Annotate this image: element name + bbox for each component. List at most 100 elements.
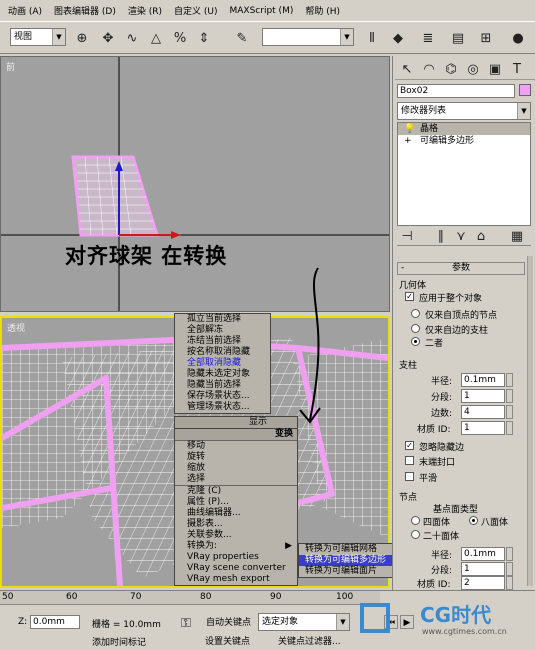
joint-segments-spinner[interactable] [506, 562, 513, 576]
menu-item-hide-selection[interactable]: 隐藏当前选择 [175, 380, 270, 391]
stack-item-lattice[interactable]: 💡 晶格 [398, 123, 530, 135]
menu-item-unhide-all[interactable]: 全部取消隐藏 [175, 358, 270, 369]
menu-help[interactable]: 帮助 (H) [299, 4, 346, 17]
modify-tab-icon[interactable]: ◠ [419, 59, 439, 79]
submenu-editable-patch[interactable]: 转换为可编辑面片 [299, 566, 405, 577]
menu-rendering[interactable]: 渲染 (R) [122, 4, 168, 17]
strut-segments-input[interactable]: 1 [461, 389, 505, 403]
menu-item-scale[interactable]: 缩放 [175, 463, 297, 474]
apply-whole-checkbox[interactable]: ✓ [405, 292, 414, 301]
select-icon[interactable]: ⊕ [72, 28, 92, 48]
menu-customize[interactable]: 自定义 (U) [168, 4, 223, 17]
menu-item-curve-editor[interactable]: 曲线编辑器... [175, 508, 297, 519]
joint-material-input[interactable]: 2 [461, 576, 505, 590]
show-end-result-icon[interactable]: ∥ [431, 226, 451, 246]
set-key-button[interactable]: 设置关键点 [205, 634, 250, 647]
menu-item-wire-parameters[interactable]: 关联参数... [175, 530, 297, 541]
strut-radius-spinner[interactable] [506, 373, 513, 387]
display-tab-icon[interactable]: ▣ [485, 59, 505, 79]
params-rollout-header[interactable]: - 参数 [397, 262, 525, 275]
stack-item-editable-poly[interactable]: + 可编辑多边形 [398, 135, 530, 147]
menu-item-vray-mesh-export[interactable]: VRay mesh export [175, 574, 297, 585]
ignore-hidden-checkbox[interactable]: ✓ [405, 441, 414, 450]
strut-sides-spinner[interactable] [506, 405, 513, 419]
selected-object-combo[interactable]: 选定对象 ▼ [258, 613, 350, 631]
modifier-list-combo[interactable]: 修改器列表 ▼ [397, 102, 531, 120]
radio-both[interactable] [411, 337, 420, 346]
menu-animation[interactable]: 动画 (A) [2, 4, 48, 17]
joint-radius-spinner[interactable] [506, 547, 513, 561]
menu-maxscript[interactable]: MAXScript (M) [224, 6, 300, 16]
menu-graph-editors[interactable]: 图表编辑器 (D) [48, 4, 122, 17]
menu-item-manage-scene-states[interactable]: 管理场景状态... [175, 402, 270, 413]
menu-item-clone[interactable]: 克隆 (C) [175, 486, 297, 497]
menu-item-vray-properties[interactable]: VRay properties [175, 552, 297, 563]
auto-key-button[interactable]: 自动关键点 [206, 615, 251, 628]
menu-item-properties[interactable]: 属性 (P)... [175, 497, 297, 508]
edit-named-selection-icon[interactable]: ✎ [232, 28, 252, 48]
timeline-ruler[interactable]: 50 60 70 80 90 100 [0, 591, 380, 605]
strut-sides-input[interactable]: 4 [461, 405, 505, 419]
menu-item-dope-sheet[interactable]: 摄影表... [175, 519, 297, 530]
configure-sets-icon[interactable]: ▦ [507, 226, 527, 246]
pin-stack-icon[interactable]: ⊣ [397, 226, 417, 246]
z-coord-input[interactable]: 0.0mm [30, 615, 80, 629]
angle-snap-icon[interactable]: △ [146, 28, 166, 48]
radio-vertex-only[interactable] [411, 309, 420, 318]
layer-icon[interactable]: ≣ [418, 28, 438, 48]
submenu-editable-mesh[interactable]: 转换为可编辑网格 [299, 544, 405, 555]
key-filters-button[interactable]: 关键点过滤器... [278, 634, 341, 647]
command-panel-scrollbar[interactable] [527, 256, 533, 586]
menu-item-freeze-selection[interactable]: 冻结当前选择 [175, 336, 270, 347]
strut-material-input[interactable]: 1 [461, 421, 505, 435]
submenu-editable-poly[interactable]: 转换为可编辑多边形 [299, 555, 405, 566]
menu-item-save-scene-state[interactable]: 保存场景状态... [175, 391, 270, 402]
spinner-snap-icon[interactable]: ⇕ [194, 28, 214, 48]
make-unique-icon[interactable]: ⋎ [451, 226, 471, 246]
snap-3-icon[interactable]: ∿ [122, 28, 142, 48]
transform-header: 变换 [175, 429, 297, 440]
utilities-tab-icon[interactable]: T [507, 59, 527, 79]
radio-icosa[interactable] [411, 530, 420, 539]
view-combo[interactable]: 视图 ▼ [10, 28, 66, 46]
strut-smooth-checkbox[interactable] [405, 472, 414, 481]
curve-editor-icon[interactable]: ▤ [448, 28, 468, 48]
hierarchy-tab-icon[interactable]: ⌬ [441, 59, 461, 79]
joint-segments-input[interactable]: 1 [461, 562, 505, 576]
radio-tetra[interactable] [411, 516, 420, 525]
joint-material-spinner[interactable] [506, 576, 513, 590]
joint-segments-label: 分段: [431, 566, 453, 576]
joint-radius-input[interactable]: 0.1mm [461, 547, 505, 561]
material-id-label: 材质 ID: [417, 425, 451, 435]
watermark-url: www.cgtimes.com.cn [422, 627, 507, 636]
menu-item-vray-scene-converter[interactable]: VRay scene converter [175, 563, 297, 574]
menu-item-rotate[interactable]: 旋转 [175, 452, 297, 463]
move-icon[interactable]: ✥ [98, 28, 118, 48]
create-tab-icon[interactable]: ↖ [397, 59, 417, 79]
material-editor-icon[interactable]: ● [508, 28, 528, 48]
object-color-swatch[interactable] [519, 84, 531, 96]
menu-item-hide-unselected[interactable]: 隐藏未选定对象 [175, 369, 270, 380]
menu-item-convert-to[interactable]: 转换为: ▶ [175, 541, 297, 552]
radio-edge-only[interactable] [411, 324, 420, 333]
menu-item-unfreeze-all[interactable]: 全部解冻 [175, 325, 270, 336]
motion-tab-icon[interactable]: ◎ [463, 59, 483, 79]
align-icon[interactable]: ◆ [388, 28, 408, 48]
remove-modifier-icon[interactable]: ⌂ [471, 226, 491, 246]
menu-item-move[interactable]: 移动 [175, 441, 297, 452]
key-icon[interactable]: ⚿ [176, 613, 196, 633]
add-time-tag-button[interactable]: 添加时间标记 [92, 635, 146, 648]
mirror-icon[interactable]: ⫴ [362, 28, 382, 48]
menu-item-unhide-by-name[interactable]: 按名称取消隐藏 [175, 347, 270, 358]
object-name-field[interactable]: Box02 [397, 84, 515, 98]
strut-material-spinner[interactable] [506, 421, 513, 435]
named-selection-combo[interactable]: ▼ [262, 28, 354, 46]
strut-radius-input[interactable]: 0.1mm [461, 373, 505, 387]
menu-item-isolate[interactable]: 孤立当前选择 [175, 314, 270, 325]
end-caps-checkbox[interactable] [405, 456, 414, 465]
menu-item-select[interactable]: 选择 [175, 474, 297, 485]
strut-segments-spinner[interactable] [506, 389, 513, 403]
schematic-icon[interactable]: ⊞ [476, 28, 496, 48]
percent-snap-icon[interactable]: % [170, 28, 190, 48]
radio-octa[interactable] [469, 516, 478, 525]
